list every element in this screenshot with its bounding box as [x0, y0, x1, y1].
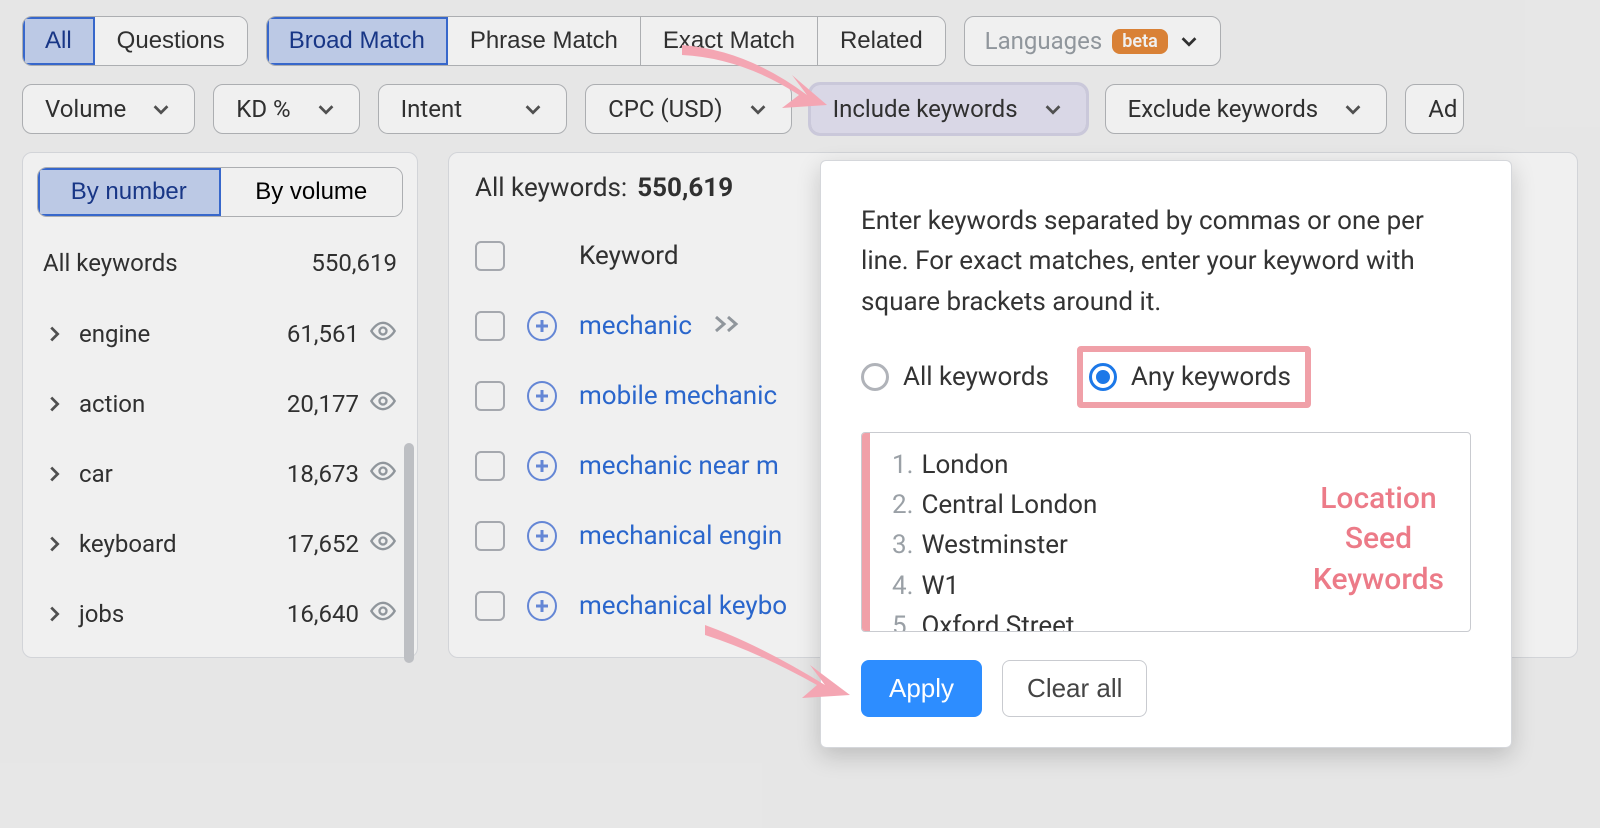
- group-name: engine: [79, 320, 150, 348]
- row-checkbox[interactable]: [475, 521, 505, 551]
- filter-label: Volume: [45, 95, 126, 123]
- tab-phrase-match[interactable]: Phrase Match: [448, 17, 641, 65]
- keyword-link[interactable]: mechanic: [579, 311, 692, 341]
- tab-related[interactable]: Related: [818, 17, 945, 65]
- beta-badge: beta: [1112, 29, 1168, 54]
- filter-label: Include keywords: [833, 95, 1018, 123]
- add-icon[interactable]: [527, 381, 557, 411]
- sidebar-group-row[interactable]: keyboard 17,652: [37, 509, 403, 579]
- tab-group-questions: All Questions: [22, 16, 248, 66]
- radio-label: All keywords: [903, 362, 1049, 392]
- eye-icon[interactable]: [369, 387, 397, 421]
- chevron-down-icon: [1342, 98, 1364, 120]
- group-count: 61,561: [287, 320, 359, 348]
- chevron-down-icon: [315, 98, 337, 120]
- sidebar-header-label: All keywords: [43, 249, 178, 277]
- toggle-by-volume[interactable]: By volume: [221, 168, 403, 216]
- filter-ad[interactable]: Ad: [1405, 84, 1464, 134]
- tab-questions[interactable]: Questions: [95, 17, 247, 65]
- textarea-line: 5.Oxford Street: [892, 606, 1452, 632]
- checkbox-all[interactable]: [475, 241, 505, 271]
- radio-all-keywords[interactable]: All keywords: [861, 362, 1049, 392]
- filter-label: CPC (USD): [608, 95, 722, 123]
- row-checkbox[interactable]: [475, 451, 505, 481]
- radio-any-keywords[interactable]: Any keywords: [1077, 346, 1311, 408]
- radio-icon: [1089, 363, 1117, 391]
- group-name: action: [79, 390, 145, 418]
- clear-all-button[interactable]: Clear all: [1002, 660, 1147, 717]
- filter-label: KD %: [236, 95, 290, 123]
- chevron-right-icon: [43, 393, 65, 415]
- filter-intent[interactable]: Intent: [378, 84, 567, 134]
- filter-label: Exclude keywords: [1128, 95, 1319, 123]
- radio-icon: [861, 363, 889, 391]
- group-name: jobs: [79, 600, 124, 628]
- add-icon[interactable]: [527, 521, 557, 551]
- filter-exclude-keywords[interactable]: Exclude keywords: [1105, 84, 1388, 134]
- chevron-right-icon: [43, 603, 65, 625]
- highlight-bar: [862, 433, 870, 631]
- sidebar: By number By volume All keywords 550,619…: [22, 152, 418, 658]
- col-keyword: Keyword: [579, 241, 679, 271]
- double-chevron-icon: [714, 311, 742, 341]
- tab-exact-match[interactable]: Exact Match: [641, 17, 818, 65]
- add-icon[interactable]: [527, 451, 557, 481]
- chevron-right-icon: [43, 463, 65, 485]
- languages-selector[interactable]: Languages beta: [964, 16, 1221, 66]
- toggle-by-number[interactable]: By number: [38, 168, 221, 216]
- filter-cpc[interactable]: CPC (USD): [585, 84, 791, 134]
- sidebar-group-row[interactable]: action 20,177: [37, 369, 403, 439]
- chevron-down-icon: [150, 98, 172, 120]
- all-kw-count: 550,619: [637, 173, 733, 203]
- sidebar-group-row[interactable]: jobs 16,640: [37, 579, 403, 649]
- chevron-down-icon: [1178, 30, 1200, 52]
- group-name: keyboard: [79, 530, 177, 558]
- apply-button[interactable]: Apply: [861, 660, 982, 717]
- keyword-link[interactable]: mechanical keybo: [579, 591, 787, 621]
- popover-instructions: Enter keywords separated by commas or on…: [861, 201, 1471, 322]
- row-checkbox[interactable]: [475, 311, 505, 341]
- location-seed-label: LocationSeedKeywords: [1313, 479, 1444, 601]
- include-keywords-popover: Enter keywords separated by commas or on…: [820, 160, 1512, 748]
- group-name: car: [79, 460, 113, 488]
- chevron-down-icon: [747, 98, 769, 120]
- add-icon[interactable]: [527, 311, 557, 341]
- sidebar-toggle: By number By volume: [37, 167, 403, 217]
- group-count: 20,177: [287, 390, 359, 418]
- chevron-right-icon: [43, 323, 65, 345]
- keyword-link[interactable]: mechanic near m: [579, 451, 779, 481]
- tab-broad-match[interactable]: Broad Match: [267, 17, 448, 65]
- group-count: 18,673: [287, 460, 359, 488]
- chevron-down-icon: [1042, 98, 1064, 120]
- eye-icon[interactable]: [369, 527, 397, 561]
- filter-label: Intent: [401, 95, 462, 123]
- keyword-link[interactable]: mobile mechanic: [579, 381, 777, 411]
- sidebar-summary: All keywords 550,619: [37, 237, 403, 299]
- sidebar-group-row[interactable]: engine 61,561: [37, 299, 403, 369]
- tab-all[interactable]: All: [23, 17, 95, 65]
- all-kw-label: All keywords:: [475, 173, 627, 203]
- eye-icon[interactable]: [369, 457, 397, 491]
- row-checkbox[interactable]: [475, 591, 505, 621]
- sidebar-group-row[interactable]: car 18,673: [37, 439, 403, 509]
- chevron-down-icon: [522, 98, 544, 120]
- radio-label: Any keywords: [1131, 362, 1291, 392]
- filter-volume[interactable]: Volume: [22, 84, 195, 134]
- keyword-link[interactable]: mechanical engin: [579, 521, 782, 551]
- eye-icon[interactable]: [369, 597, 397, 631]
- sidebar-header-count: 550,619: [311, 249, 397, 277]
- scrollbar-thumb[interactable]: [404, 443, 414, 663]
- row-checkbox[interactable]: [475, 381, 505, 411]
- chevron-right-icon: [43, 533, 65, 555]
- keywords-textarea[interactable]: 1.London2.Central London3.Westminster4.W…: [861, 432, 1471, 632]
- eye-icon[interactable]: [369, 317, 397, 351]
- group-count: 17,652: [287, 530, 359, 558]
- filter-kd[interactable]: KD %: [213, 84, 359, 134]
- group-count: 16,640: [287, 600, 359, 628]
- languages-label: Languages: [985, 27, 1103, 55]
- filter-label: Ad: [1428, 95, 1457, 123]
- filter-include-keywords[interactable]: Include keywords: [810, 84, 1087, 134]
- add-icon[interactable]: [527, 591, 557, 621]
- tab-group-match: Broad Match Phrase Match Exact Match Rel…: [266, 16, 946, 66]
